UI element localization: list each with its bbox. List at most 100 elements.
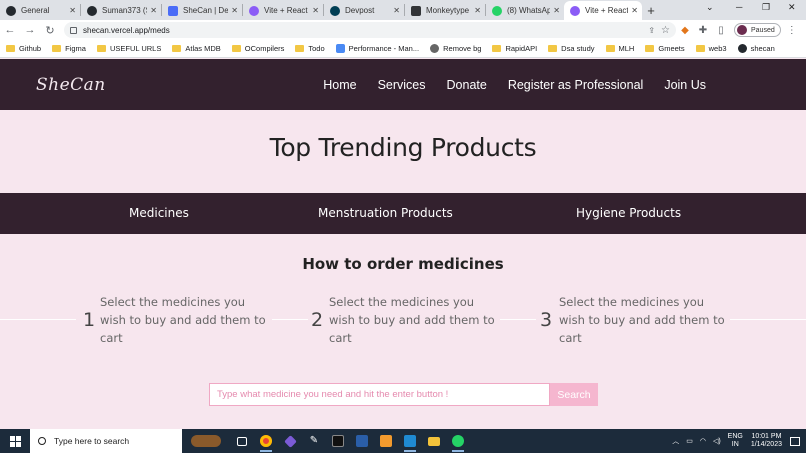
minimize-icon[interactable]: ─ [736, 2, 742, 12]
step-divider [730, 319, 806, 320]
medicine-search-input[interactable] [209, 383, 550, 406]
close-icon[interactable]: ✕ [553, 6, 560, 15]
step-text: Select the medicines you wish to buy and… [100, 295, 266, 345]
howto-title: How to order medicines [302, 255, 504, 273]
new-tab-button[interactable]: + [642, 3, 660, 18]
whatsapp-icon [492, 5, 502, 16]
bookmark-item[interactable]: Dsa study [548, 44, 595, 53]
step-number: 1 [83, 309, 96, 331]
bookmark-item[interactable]: Remove bg [430, 44, 481, 53]
close-window-icon[interactable]: ✕ [788, 2, 796, 13]
bookmark-item[interactable]: Performance - Man... [335, 44, 419, 53]
bookmark-item[interactable]: Atlas MDB [172, 44, 221, 53]
browser-tab[interactable]: Devpost ✕ [324, 1, 404, 20]
taskbar-search[interactable]: Type here to search [30, 429, 182, 453]
browser-tab[interactable]: SheCan | Dev ✕ [162, 1, 242, 20]
bookmark-item[interactable]: OCompilers [231, 44, 284, 53]
nav-join-us[interactable]: Join Us [664, 78, 706, 92]
bookmark-item[interactable]: RapidAPI [492, 44, 537, 53]
folder-icon [231, 45, 241, 52]
task-view-icon[interactable] [230, 429, 254, 453]
browser-tab[interactable]: Monkeytype ✕ [405, 1, 485, 20]
search-button[interactable]: Search [550, 383, 598, 406]
close-icon[interactable]: ✕ [231, 6, 238, 15]
wifi-icon[interactable]: ◠ [700, 437, 706, 445]
site-header: SheCan Home Services Donate Register as … [0, 59, 806, 110]
step-divider [0, 319, 76, 320]
bookmark-item[interactable]: Gmeets [645, 44, 685, 53]
nav-services[interactable]: Services [378, 78, 426, 92]
folder-icon [695, 45, 705, 52]
bookmark-star-icon[interactable]: ☆ [661, 25, 670, 36]
back-icon[interactable]: ← [0, 24, 20, 36]
browser-tab[interactable]: Suman373 (S ✕ [81, 1, 161, 20]
close-icon[interactable]: ✕ [312, 6, 319, 15]
folder-icon [96, 45, 106, 52]
forward-icon[interactable]: → [20, 24, 40, 36]
address-bar[interactable]: shecan.vercel.app/meds ⇪ ☆ [64, 22, 676, 38]
nav-register-professional[interactable]: Register as Professional [508, 78, 643, 92]
bookmark-item[interactable]: Figma [52, 44, 86, 53]
removebg-icon [430, 44, 440, 53]
avatar [737, 25, 747, 35]
system-tray: ︿ ▭ ◠ ◁) ENG IN 10:01 PM 1/14/2023 [672, 433, 806, 449]
clock[interactable]: 10:01 PM 1/14/2023 [751, 433, 782, 449]
browser-tab-active[interactable]: Vite + React ✕ [564, 1, 642, 20]
restore-icon[interactable]: ❐ [762, 2, 770, 13]
terminal-icon[interactable] [326, 429, 350, 453]
tab-search-icon[interactable]: ⌄ [706, 2, 714, 13]
search-icon [38, 437, 46, 445]
bookmark-item[interactable]: web3 [695, 44, 727, 53]
folder-icon [645, 45, 655, 52]
feather-icon[interactable]: ✎ [302, 429, 326, 453]
news-widget-icon[interactable] [182, 429, 230, 453]
share-icon[interactable]: ⇪ [648, 26, 655, 35]
bookmark-item[interactable]: Github [6, 44, 41, 53]
file-explorer-icon[interactable] [422, 429, 446, 453]
category-medicines[interactable]: Medicines [129, 206, 189, 220]
whatsapp-icon[interactable] [446, 429, 470, 453]
nav-home[interactable]: Home [323, 78, 356, 92]
category-menstruation-products[interactable]: Menstruation Products [318, 206, 453, 220]
battery-icon[interactable]: ▭ [686, 437, 693, 445]
sublime-icon[interactable] [374, 429, 398, 453]
close-icon[interactable]: ✕ [393, 6, 400, 15]
github-desktop-icon[interactable] [278, 429, 302, 453]
category-hygiene-products[interactable]: Hygiene Products [576, 206, 681, 220]
nav-donate[interactable]: Donate [447, 78, 487, 92]
notification-icon[interactable] [790, 436, 800, 446]
url-text: shecan.vercel.app/meds [83, 25, 170, 35]
folder-icon [605, 45, 615, 52]
bookmark-item[interactable]: MLH [605, 44, 634, 53]
bookmark-item[interactable]: Todo [295, 44, 325, 53]
extensions-icon[interactable]: ✚ [694, 25, 712, 36]
folder-icon [492, 45, 502, 52]
step-text: Select the medicines you wish to buy and… [559, 295, 725, 345]
sidepanel-icon[interactable]: ▯ [712, 25, 730, 36]
reload-icon[interactable]: ↻ [40, 24, 60, 37]
step-number: 3 [540, 309, 553, 331]
powershell-icon[interactable] [350, 429, 374, 453]
volume-icon[interactable]: ◁) [713, 437, 721, 445]
start-button[interactable] [0, 429, 30, 453]
close-icon[interactable]: ✕ [150, 6, 157, 15]
vscode-icon[interactable] [398, 429, 422, 453]
browser-tab[interactable]: General ✕ [0, 1, 80, 20]
step-text: Select the medicines you wish to buy and… [329, 295, 495, 345]
site-logo[interactable]: SheCan [36, 75, 106, 95]
performance-icon [335, 44, 345, 53]
close-icon[interactable]: ✕ [474, 6, 481, 15]
bookmark-item[interactable]: shecan [737, 44, 775, 53]
metamask-icon[interactable]: ◆ [676, 25, 694, 36]
tray-chevron-icon[interactable]: ︿ [672, 436, 679, 446]
bookmark-item[interactable]: USEFUL URLS [96, 44, 161, 53]
browser-tab[interactable]: Vite + React ✕ [243, 1, 323, 20]
profile-button[interactable]: Paused [734, 23, 781, 37]
browser-tab[interactable]: (8) WhatsApp ✕ [486, 1, 564, 20]
chrome-icon[interactable] [254, 429, 278, 453]
browser-menu-icon[interactable]: ⋮ [787, 25, 797, 36]
language-indicator[interactable]: ENG IN [728, 433, 743, 449]
close-icon[interactable]: ✕ [631, 6, 638, 15]
close-icon[interactable]: ✕ [69, 6, 76, 15]
github-icon [87, 5, 97, 16]
